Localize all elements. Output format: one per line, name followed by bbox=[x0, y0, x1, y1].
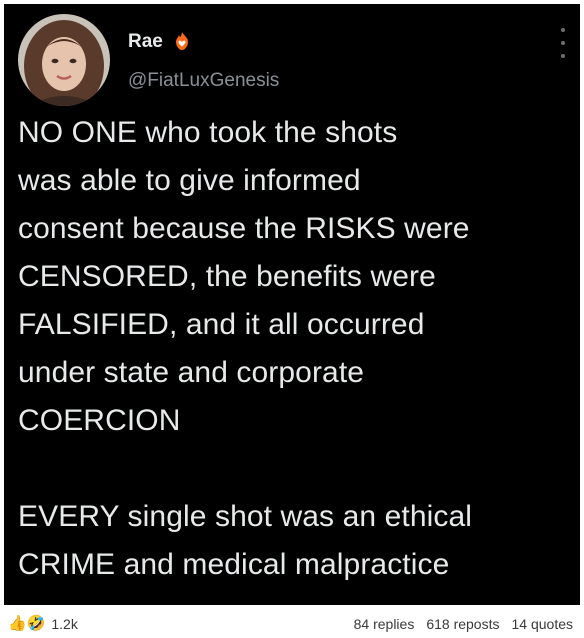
thumbs-up-icon: 👍 bbox=[8, 615, 27, 632]
replies-count[interactable]: 84 replies bbox=[354, 616, 415, 632]
laughing-emoji-icon: 🤣 bbox=[26, 615, 46, 632]
avatar[interactable] bbox=[18, 14, 110, 106]
more-options-icon[interactable] bbox=[556, 28, 570, 58]
reaction-count: 1.2k bbox=[51, 615, 78, 632]
author-name-row: Rae bbox=[128, 31, 193, 53]
post-body: NO ONE who took the shots was able to gi… bbox=[18, 116, 473, 581]
post-footer: 👍 🤣 1.2k 84 replies 618 reposts 14 quote… bbox=[0, 609, 584, 638]
author-name[interactable]: Rae bbox=[128, 31, 163, 53]
reposts-count[interactable]: 618 reposts bbox=[426, 616, 499, 632]
avatar-image bbox=[18, 14, 110, 106]
tweet-card: Rae @FiatLuxGenesis NO ONE who took the … bbox=[4, 4, 580, 605]
quotes-count[interactable]: 14 quotes bbox=[512, 616, 574, 632]
post-stats: 84 replies 618 reposts 14 quotes bbox=[354, 616, 573, 632]
reactions[interactable]: 👍 🤣 1.2k bbox=[8, 616, 78, 632]
fire-heart-icon bbox=[171, 31, 193, 53]
author-handle[interactable]: @FiatLuxGenesis bbox=[128, 70, 279, 92]
